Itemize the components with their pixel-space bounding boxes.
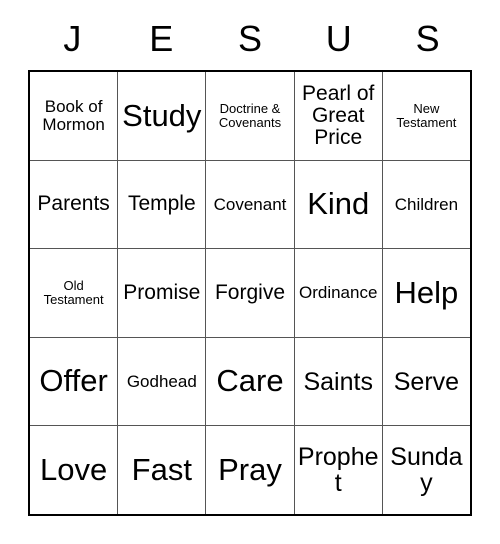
bingo-cell-label: Sunday [390, 443, 463, 498]
bingo-cell-label: Promise [123, 281, 201, 305]
bingo-cell-label: Old Testament [43, 278, 104, 307]
bingo-cell[interactable]: Fast [118, 426, 207, 514]
bingo-row: Offer Godhead Care Saints Serve [30, 337, 470, 427]
header-letter-2: E [149, 18, 174, 59]
bingo-cell-label: Ordinance [298, 283, 378, 303]
bingo-cell[interactable]: Help [383, 249, 470, 337]
bingo-cell-label: Pearl of Great Price [302, 82, 375, 149]
bingo-cell[interactable]: Old Testament [30, 249, 119, 337]
bingo-cell[interactable]: Love [30, 426, 119, 514]
bingo-cell-label: Help [394, 274, 459, 310]
bingo-cell-label: Care [216, 363, 284, 399]
bingo-cell-label: Covenant [213, 194, 287, 214]
bingo-cell[interactable]: Care [206, 337, 295, 426]
bingo-cell-label: Parents [37, 192, 110, 216]
bingo-cell-label: Children [394, 194, 459, 214]
bingo-cell-label: Offer [39, 363, 108, 399]
bingo-grid: Book of Mormon Study Doctrine & Covenant… [28, 70, 472, 516]
bingo-cell-label: Godhead [126, 371, 197, 391]
bingo-cell-label: Doctrine & Covenants [218, 101, 282, 130]
bingo-cell-label: Love [39, 452, 108, 488]
bingo-cell[interactable]: Covenant [206, 160, 295, 249]
bingo-cell-label: Serve [393, 367, 460, 396]
bingo-cell[interactable]: Serve [383, 338, 470, 426]
header-letter-5: S [415, 18, 440, 59]
bingo-cell[interactable]: Doctrine & Covenants [206, 72, 295, 160]
bingo-cell[interactable]: Parents [30, 160, 119, 249]
bingo-cell-label: Study [122, 97, 202, 133]
bingo-cell[interactable]: Pearl of Great Price [295, 72, 383, 160]
bingo-cell[interactable]: Sunday [383, 426, 470, 514]
bingo-cell-label: Temple [127, 192, 196, 216]
bingo-cell-label: Fast [131, 452, 192, 488]
bingo-cell-label: Kind [307, 186, 370, 222]
bingo-cell[interactable]: Pray [206, 426, 295, 514]
header-letter-1: J [63, 18, 82, 59]
bingo-cell[interactable]: New Testament [383, 72, 470, 160]
bingo-cell[interactable]: Godhead [118, 337, 207, 426]
bingo-cell[interactable]: Temple [118, 160, 207, 249]
bingo-cell-label: Saints [303, 367, 373, 396]
bingo-cell[interactable]: Saints [295, 337, 383, 426]
bingo-header: J E S U S [28, 0, 472, 70]
bingo-cell-label: New Testament [396, 101, 457, 130]
bingo-cell[interactable]: Book of Mormon [30, 72, 119, 160]
bingo-row: Love Fast Pray Prophet Sunday [30, 426, 470, 514]
bingo-cell[interactable]: Children [383, 161, 470, 249]
bingo-cell-label: Prophet [297, 443, 379, 498]
bingo-cell-label: Book of Mormon [42, 97, 105, 134]
header-letter-4: U [325, 18, 352, 59]
bingo-cell[interactable]: Promise [118, 249, 207, 337]
bingo-row: Parents Temple Covenant Kind Children [30, 160, 470, 250]
bingo-cell[interactable]: Kind [295, 160, 383, 249]
bingo-cell-label: Pray [218, 452, 282, 488]
bingo-card: J E S U S Book of Mormon Study Doctrine … [28, 0, 472, 544]
bingo-cell[interactable]: Study [118, 72, 207, 160]
header-letter-3: S [237, 18, 262, 59]
bingo-cell[interactable]: Offer [30, 337, 119, 426]
bingo-cell[interactable]: Forgive [206, 249, 295, 337]
bingo-row: Old Testament Promise Forgive Ordinance … [30, 249, 470, 338]
bingo-cell-label: Forgive [214, 281, 286, 305]
bingo-cell[interactable]: Ordinance [295, 249, 383, 337]
bingo-cell[interactable]: Prophet [295, 426, 383, 514]
bingo-row: Book of Mormon Study Doctrine & Covenant… [30, 72, 470, 161]
